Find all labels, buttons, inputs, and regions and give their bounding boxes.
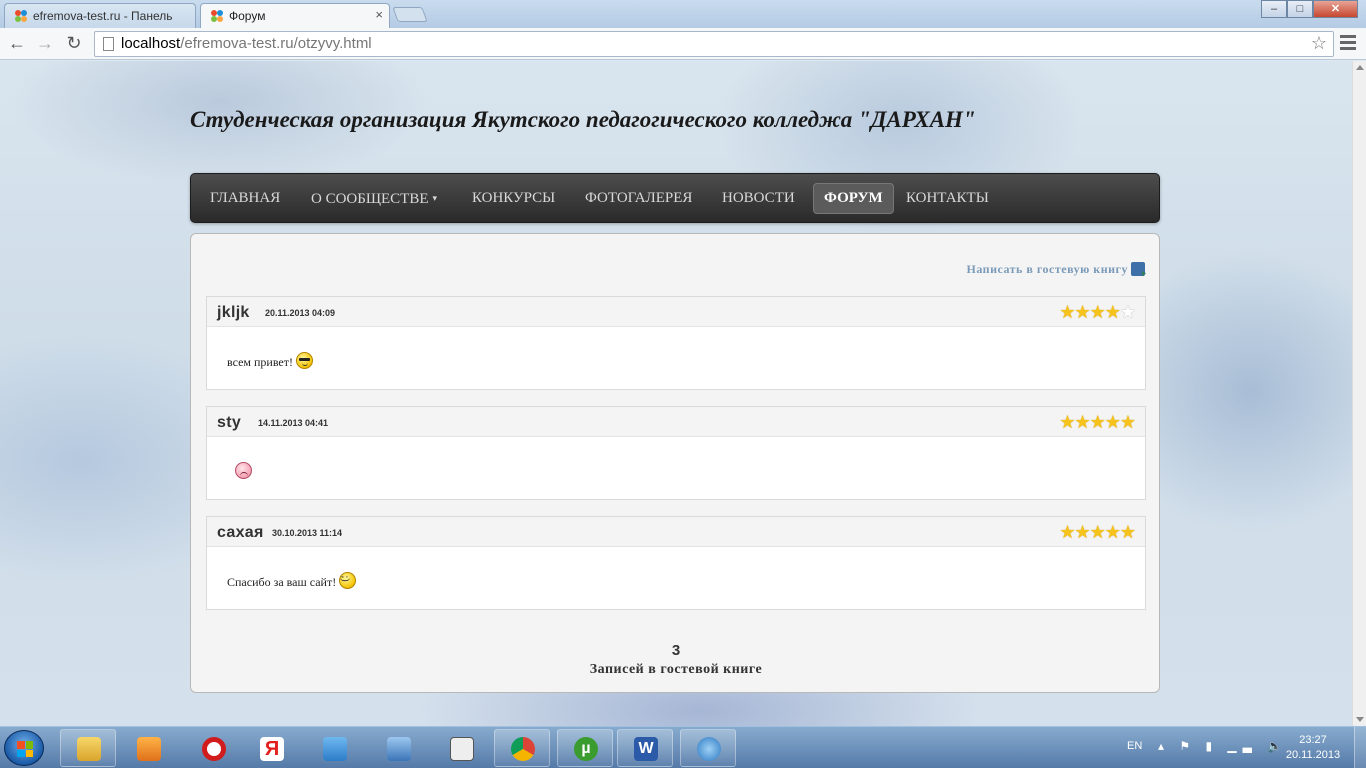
mail-icon bbox=[323, 737, 347, 761]
entry-date: 20.11.2013 04:09 bbox=[265, 308, 336, 318]
scroll-up-icon[interactable] bbox=[1356, 65, 1364, 70]
page-viewport: Студенческая организация Якутского педаг… bbox=[0, 61, 1352, 726]
entry-message: всем привет! bbox=[227, 355, 293, 369]
back-icon[interactable]: ← bbox=[6, 33, 28, 53]
windows-logo-icon bbox=[17, 741, 33, 757]
audio-icon bbox=[387, 737, 411, 761]
opera-icon bbox=[202, 737, 226, 761]
taskbar-explorer[interactable] bbox=[60, 729, 116, 767]
entry-author: jkljk bbox=[217, 304, 250, 321]
vertical-scrollbar[interactable] bbox=[1352, 61, 1366, 726]
entry-count-label: Записей в гостевой книге bbox=[589, 662, 763, 677]
clock-time: 23:27 bbox=[1299, 734, 1327, 746]
language-indicator[interactable]: EN bbox=[1127, 740, 1142, 752]
taskbar-download[interactable] bbox=[680, 729, 736, 767]
address-bar[interactable]: localhost/efremova-test.ru/otzyvy.html ☆ bbox=[94, 31, 1334, 57]
media-player-icon bbox=[137, 737, 161, 761]
close-button[interactable]: ✕ bbox=[1313, 0, 1358, 18]
entry-author: сахая bbox=[217, 524, 264, 541]
url-host: localhost bbox=[121, 35, 181, 52]
utorrent-icon: µ bbox=[574, 737, 598, 761]
tab-title: Форум bbox=[229, 9, 266, 23]
minimize-button[interactable]: ‒ bbox=[1261, 0, 1287, 18]
nav-item-contacts[interactable]: КОНТАКТЫ bbox=[896, 183, 999, 214]
window-controls: ‒ □ ✕ bbox=[1261, 0, 1358, 18]
guestbook-entry: сахая 30.10.2013 11:14 ★★★★★ Спасибо за … bbox=[206, 516, 1146, 610]
rating-stars: ★★★★★ bbox=[1059, 412, 1136, 432]
taskbar-opera[interactable] bbox=[185, 729, 241, 767]
guestbook-panel: Написать в гостевую книгу jkljk 20.11.20… bbox=[190, 233, 1160, 693]
write-guestbook-link[interactable]: Написать в гостевую книгу bbox=[966, 262, 1147, 280]
menu-icon[interactable] bbox=[1340, 35, 1356, 53]
taskbar: Я µ W EN ▴ ⚑ ▮ ▁▃ 🔈 23:27 20.11.2013 bbox=[0, 726, 1366, 768]
cool-smiley-icon bbox=[296, 352, 313, 369]
add-book-icon bbox=[1131, 262, 1147, 280]
maximize-button[interactable]: □ bbox=[1287, 0, 1313, 18]
entry-author: sty bbox=[217, 414, 242, 431]
system-tray[interactable]: ▴ ⚑ ▮ ▁▃ 🔈 bbox=[1158, 739, 1288, 753]
download-icon bbox=[697, 737, 721, 761]
taskbar-word[interactable]: W bbox=[617, 729, 673, 767]
calculator-icon bbox=[450, 737, 474, 761]
chevron-down-icon: ▾ bbox=[432, 193, 438, 203]
explorer-icon bbox=[77, 737, 101, 761]
new-tab-button[interactable] bbox=[392, 7, 428, 22]
bookmark-star-icon[interactable]: ☆ bbox=[1311, 33, 1327, 54]
rating-stars: ★★★★★ bbox=[1059, 302, 1136, 322]
clock-date: 20.11.2013 bbox=[1285, 749, 1341, 761]
taskbar-chrome[interactable] bbox=[494, 729, 550, 767]
forward-icon[interactable]: → bbox=[34, 33, 56, 53]
browser-tab[interactable]: efremova-test.ru - Панель bbox=[4, 3, 196, 28]
taskbar-mail[interactable] bbox=[306, 729, 362, 767]
scroll-down-icon[interactable] bbox=[1356, 717, 1364, 722]
show-desktop-button[interactable] bbox=[1354, 727, 1366, 768]
entry-date: 30.10.2013 11:14 bbox=[272, 528, 343, 538]
entry-message: Спасибо за ваш сайт! bbox=[227, 575, 337, 589]
taskbar-yandex[interactable]: Я bbox=[243, 729, 299, 767]
clock[interactable]: 23:27 20.11.2013 bbox=[1283, 733, 1343, 763]
nav-item-about[interactable]: О СООБЩЕСТВЕ ▾ bbox=[301, 183, 447, 214]
word-icon: W bbox=[634, 737, 658, 761]
entry-date: 14.11.2013 04:41 bbox=[258, 418, 329, 428]
taskbar-media-player[interactable] bbox=[120, 729, 176, 767]
nav-item-contests[interactable]: КОНКУРСЫ bbox=[462, 183, 565, 214]
nav-item-news[interactable]: НОВОСТИ bbox=[712, 183, 805, 214]
taskbar-calculator[interactable] bbox=[433, 729, 489, 767]
nav-item-gallery[interactable]: ФОТОГАЛЕРЕЯ bbox=[575, 183, 702, 214]
taskbar-audio[interactable] bbox=[370, 729, 426, 767]
yandex-icon: Я bbox=[260, 737, 284, 761]
wink-smiley-icon bbox=[339, 572, 357, 589]
site-title: Студенческая организация Якутского педаг… bbox=[190, 107, 976, 132]
joomla-icon bbox=[15, 10, 27, 22]
chrome-icon bbox=[511, 737, 535, 761]
browser-toolbar: ← → ↻ localhost/efremova-test.ru/otzyvy.… bbox=[0, 28, 1366, 60]
nav-item-home[interactable]: ГЛАВНАЯ bbox=[200, 183, 290, 214]
url-path: /efremova-test.ru/otzyvy.html bbox=[180, 35, 372, 52]
guestbook-entry: sty 14.11.2013 04:41 ★★★★★ bbox=[206, 406, 1146, 500]
joomla-icon bbox=[211, 10, 223, 22]
guestbook-entry: jkljk 20.11.2013 04:09 ★★★★★ всем привет… bbox=[206, 296, 1146, 390]
tab-title: efremova-test.ru - Панель bbox=[33, 9, 173, 23]
nav-item-forum[interactable]: ФОРУМ bbox=[813, 183, 894, 214]
main-nav: ГЛАВНАЯ О СООБЩЕСТВЕ ▾ КОНКУРСЫ ФОТОГАЛЕР… bbox=[190, 173, 1160, 223]
start-button[interactable] bbox=[4, 730, 44, 766]
browser-tab-active[interactable]: Форум × bbox=[200, 3, 390, 28]
rating-stars: ★★★★★ bbox=[1059, 522, 1136, 542]
page-icon bbox=[103, 37, 114, 51]
browser-tab-bar: efremova-test.ru - Панель Форум × ‒ □ ✕ bbox=[0, 0, 1366, 28]
taskbar-utorrent[interactable]: µ bbox=[557, 729, 613, 767]
entry-count: 3 bbox=[671, 642, 681, 659]
tab-close-icon[interactable]: × bbox=[375, 7, 383, 22]
sad-smiley-icon bbox=[235, 462, 252, 479]
reload-icon[interactable]: ↻ bbox=[63, 33, 85, 53]
